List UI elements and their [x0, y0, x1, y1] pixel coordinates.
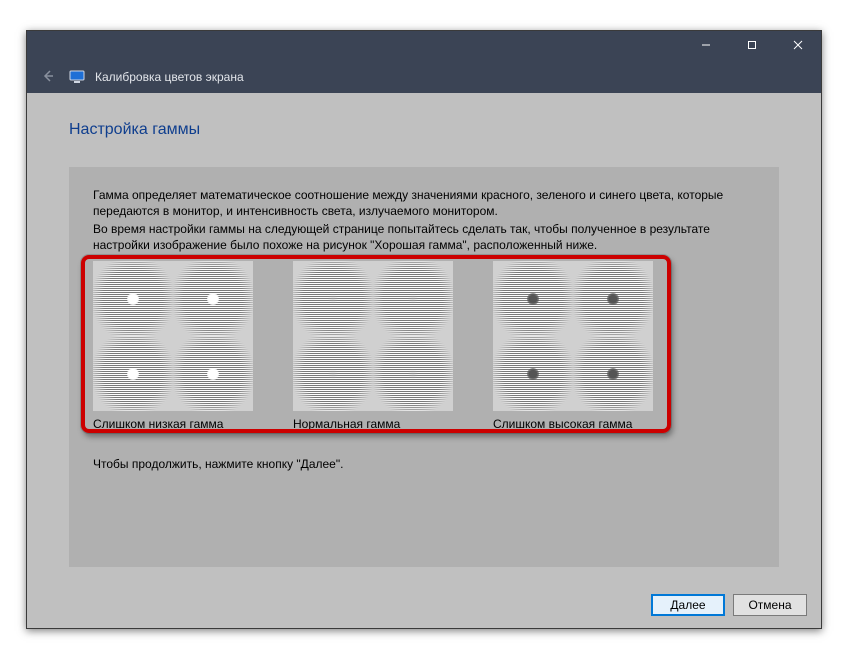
description-paragraph-1: Гамма определяет математическое соотноше… [93, 187, 755, 219]
continue-hint: Чтобы продолжить, нажмите кнопку "Далее"… [93, 457, 755, 471]
close-button[interactable] [775, 31, 821, 61]
calibration-window: Калибровка цветов экрана Настройка гаммы… [26, 30, 822, 629]
gamma-sample-normal: Нормальная гамма [293, 261, 463, 431]
cancel-button[interactable]: Отмена [733, 594, 807, 616]
description-paragraph-2: Во время настройки гаммы на следующей ст… [93, 221, 755, 253]
app-title: Калибровка цветов экрана [95, 70, 244, 84]
gamma-samples: Слишком низкая гамма Нормальная гамма [93, 261, 755, 431]
back-button[interactable] [37, 66, 59, 88]
page-heading: Настройка гаммы [69, 121, 200, 139]
maximize-icon [747, 39, 757, 53]
gamma-low-image [93, 261, 253, 411]
gamma-low-label: Слишком низкая гамма [93, 417, 223, 431]
content-area: Настройка гаммы Гамма определяет математ… [27, 93, 821, 582]
gamma-high-image [493, 261, 653, 411]
back-arrow-icon [40, 68, 56, 87]
minimize-icon [701, 39, 711, 53]
gamma-normal-label: Нормальная гамма [293, 417, 400, 431]
description-panel: Гамма определяет математическое соотноше… [69, 167, 779, 567]
maximize-button[interactable] [729, 31, 775, 61]
display-calibration-icon [69, 70, 85, 84]
footer-bar: Далее Отмена [27, 582, 821, 628]
close-icon [793, 39, 803, 53]
gamma-normal-image [293, 261, 453, 411]
next-button[interactable]: Далее [651, 594, 725, 616]
gamma-high-label: Слишком высокая гамма [493, 417, 632, 431]
gamma-sample-high: Слишком высокая гамма [493, 261, 663, 431]
title-bar [27, 31, 821, 61]
gamma-sample-low: Слишком низкая гамма [93, 261, 263, 431]
minimize-button[interactable] [683, 31, 729, 61]
nav-bar: Калибровка цветов экрана [27, 61, 821, 93]
